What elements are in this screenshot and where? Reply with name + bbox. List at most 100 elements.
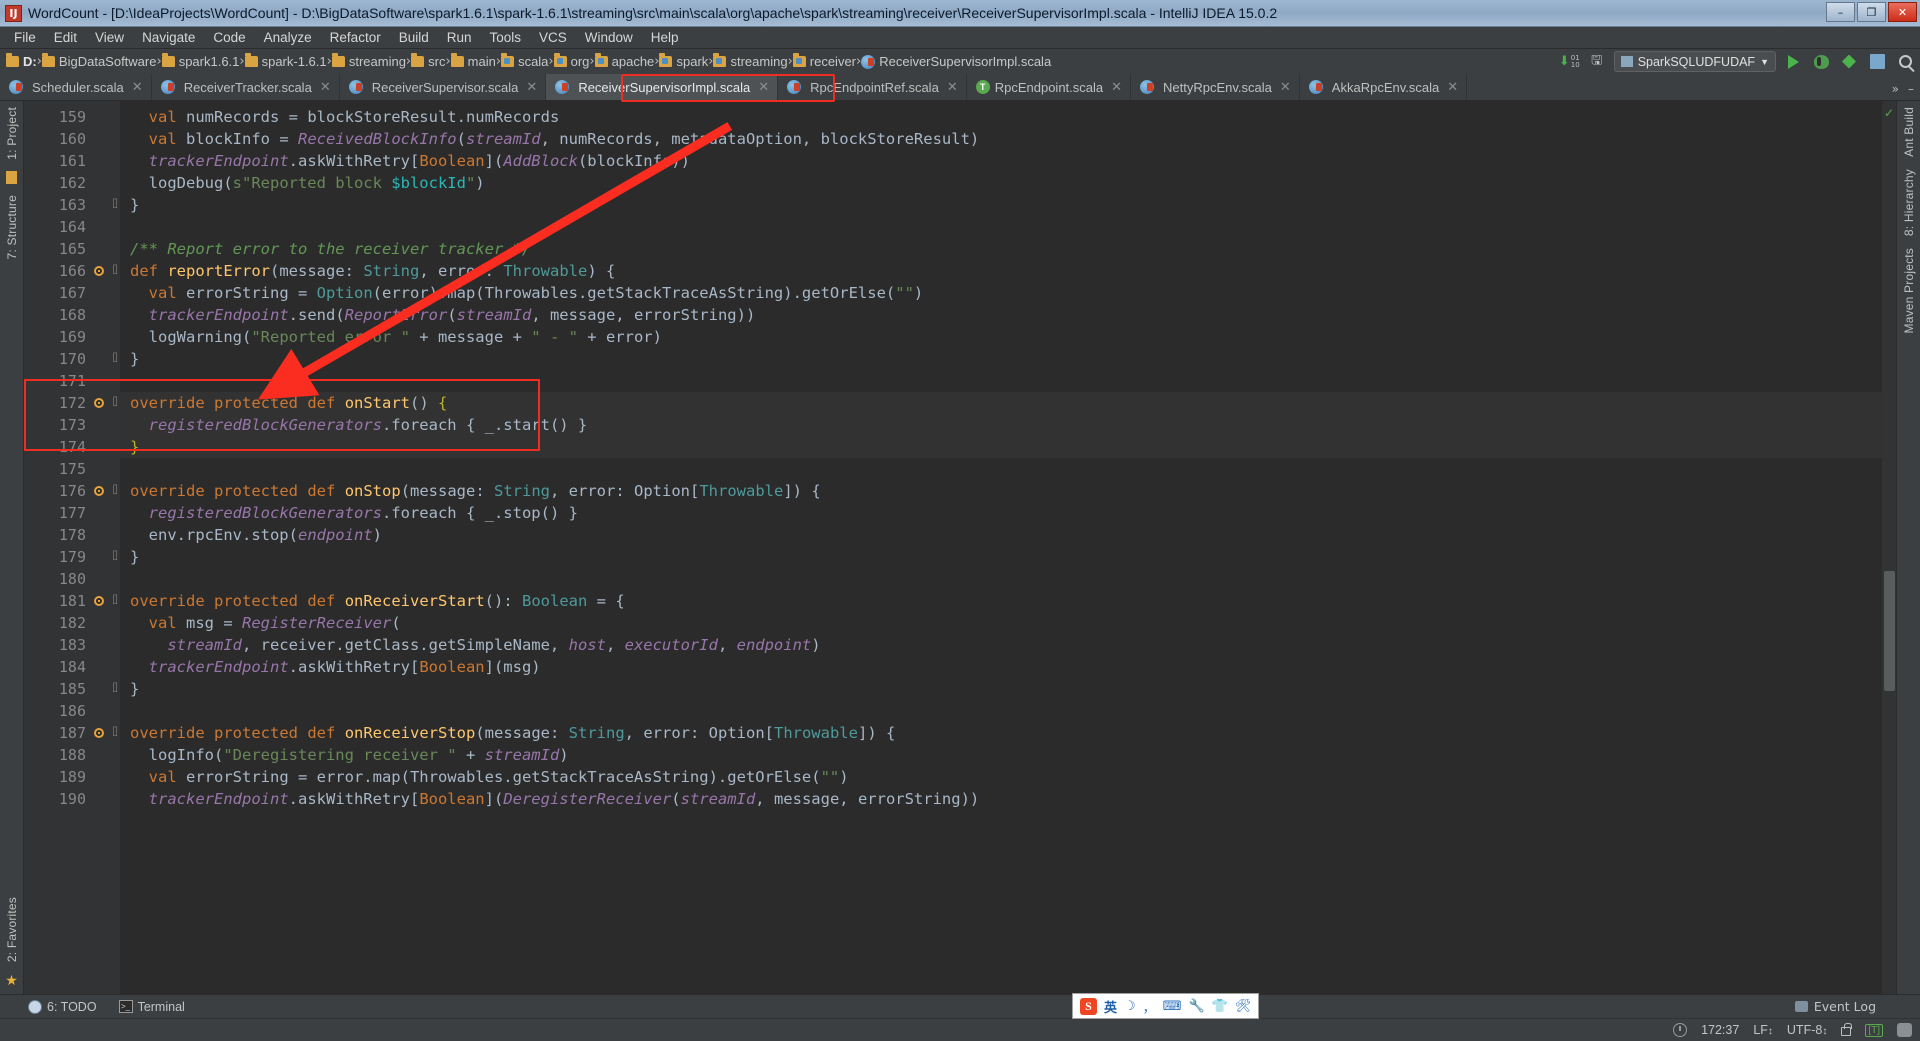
close-icon[interactable]: ✕ (1447, 79, 1458, 95)
gutter-line[interactable]: 188 (24, 744, 120, 766)
tab-minimize-icon[interactable]: – (1908, 82, 1914, 96)
gutter-line[interactable]: 159 (24, 106, 120, 128)
editor-tab-akkarpcenv-scala[interactable]: AkkaRpcEnv.scala ✕ (1300, 74, 1468, 100)
sidebar-item-structure[interactable]: 7: Structure (5, 189, 19, 265)
editor-marker-bar[interactable]: ✓ (1882, 101, 1896, 994)
gutter-line[interactable]: 176 ⌷ (24, 480, 120, 502)
breadcrumb-item-spark[interactable]: spark (659, 53, 708, 69)
menu-item-vcs[interactable]: VCS (530, 28, 576, 47)
code-line[interactable]: val blockInfo = ReceivedBlockInfo(stream… (120, 128, 1882, 150)
code-line[interactable]: registeredBlockGenerators.foreach { _.st… (120, 414, 1882, 436)
close-icon[interactable]: ✕ (1111, 79, 1122, 95)
code-line[interactable]: trackerEndpoint.askWithRetry[Boolean](Ad… (120, 150, 1882, 172)
menu-item-build[interactable]: Build (390, 28, 438, 47)
close-button[interactable]: ✕ (1888, 2, 1917, 22)
code-line[interactable] (120, 216, 1882, 238)
gutter-line[interactable]: 183 (24, 634, 120, 656)
editor-tab-nettyrpcenv-scala[interactable]: NettyRpcEnv.scala ✕ (1131, 74, 1300, 100)
close-icon[interactable]: ✕ (526, 79, 537, 95)
gutter-line[interactable]: 178 (24, 524, 120, 546)
code-line[interactable]: registeredBlockGenerators.foreach { _.st… (120, 502, 1882, 524)
code-fold-icon[interactable]: ⌷ (109, 728, 118, 738)
close-icon[interactable]: ✕ (947, 79, 958, 95)
code-line[interactable]: /** Report error to the receiver tracker… (120, 238, 1882, 260)
encoding-widget[interactable]: UTF-8↕ (1787, 1023, 1827, 1037)
code-line[interactable]: trackerEndpoint.send(ReportError(streamI… (120, 304, 1882, 326)
line-separator-widget[interactable]: LF↕ (1753, 1023, 1773, 1037)
code-line[interactable]: logWarning("Reported error " + message +… (120, 326, 1882, 348)
menu-item-tools[interactable]: Tools (481, 28, 531, 47)
run-button[interactable] (1782, 52, 1804, 72)
project-structure-button[interactable] (1866, 52, 1888, 72)
gutter-line[interactable]: 161 (24, 150, 120, 172)
code-line[interactable]: } (120, 194, 1882, 216)
menu-item-navigate[interactable]: Navigate (133, 28, 204, 47)
menu-item-analyze[interactable]: Analyze (255, 28, 321, 47)
gutter-line[interactable]: 165 (24, 238, 120, 260)
gutter-line[interactable]: 170 ⌷ (24, 348, 120, 370)
code-fold-icon[interactable]: ⌷ (109, 398, 118, 408)
code-fold-icon[interactable]: ⌷ (109, 596, 118, 606)
editor-tab-receiversupervisor-scala[interactable]: ReceiverSupervisor.scala ✕ (340, 74, 547, 100)
gutter-line[interactable]: 171 (24, 370, 120, 392)
code-line[interactable] (120, 568, 1882, 590)
code-fold-icon[interactable]: ⌷ (109, 486, 118, 496)
gutter-line[interactable]: 186 (24, 700, 120, 722)
gutter-line[interactable]: 181 ⌷ (24, 590, 120, 612)
code-fold-icon[interactable]: ⌷ (109, 200, 118, 210)
gutter-line[interactable]: 184 (24, 656, 120, 678)
menu-item-code[interactable]: Code (204, 28, 254, 47)
debug-button[interactable] (1810, 52, 1832, 72)
code-line[interactable] (120, 700, 1882, 722)
tool-window-event-log[interactable]: Event Log (1794, 999, 1876, 1014)
close-icon[interactable]: ✕ (132, 79, 143, 95)
gutter-line[interactable]: 180 (24, 568, 120, 590)
keyboard-icon[interactable]: ⌨ (1163, 999, 1182, 1014)
maximize-button[interactable]: ❐ (1857, 2, 1886, 22)
code-line[interactable]: logInfo("Deregistering receiver " + stre… (120, 744, 1882, 766)
gutter-line[interactable]: 163 ⌷ (24, 194, 120, 216)
gutter-line[interactable]: 168 (24, 304, 120, 326)
editor-gutter[interactable]: 159 160 161 162 163 ⌷ 164 165 166 ⌷ 167 168 169 170 ⌷ 1… (24, 101, 120, 994)
gutter-line[interactable]: 182 (24, 612, 120, 634)
todo-badge[interactable]: [T] (1865, 1023, 1883, 1037)
lock-icon[interactable] (1841, 1023, 1853, 1036)
ime-toolbar[interactable]: S 英 ☽ ， ⌨ 🔧 👕 🛠 (1072, 993, 1260, 1019)
code-line[interactable]: override protected def onReceiverStop(me… (120, 722, 1882, 744)
sidebar-item-maven-projects[interactable]: Maven Projects (1902, 242, 1916, 340)
code-line[interactable]: def reportError(message: String, error: … (120, 260, 1882, 282)
editor-tab-receivertracker-scala[interactable]: ReceiverTracker.scala ✕ (152, 74, 340, 100)
sidebar-item-ant-build[interactable]: Ant Build (1902, 101, 1916, 163)
breadcrumb-item-main[interactable]: main (450, 53, 496, 69)
menu-item-file[interactable]: File (5, 28, 45, 47)
gutter-line[interactable]: 185 ⌷ (24, 678, 120, 700)
comma-icon[interactable]: ， (1143, 997, 1156, 1016)
code-line[interactable]: val errorString = Option(error).map(Thro… (120, 282, 1882, 304)
gutter-line[interactable]: 190 (24, 788, 120, 810)
gutter-line[interactable]: 162 (24, 172, 120, 194)
editor-tab-rpcendpoint-scala[interactable]: T RpcEndpoint.scala ✕ (967, 74, 1132, 100)
run-coverage-button[interactable] (1838, 52, 1860, 72)
code-fold-icon[interactable]: ⌷ (109, 266, 118, 276)
override-marker-icon[interactable] (94, 266, 104, 276)
code-line[interactable]: override protected def onStart() { (120, 392, 1882, 414)
code-line[interactable] (120, 458, 1882, 480)
close-icon[interactable]: ✕ (1280, 79, 1291, 95)
code-fold-icon[interactable]: ⌷ (109, 684, 118, 694)
update-project-icon[interactable]: ⬇ 01 10 (1559, 54, 1580, 69)
code-line[interactable]: streamId, receiver.getClass.getSimpleNam… (120, 634, 1882, 656)
gutter-line[interactable]: 187 ⌷ (24, 722, 120, 744)
code-line[interactable]: } (120, 678, 1882, 700)
search-everywhere-button[interactable] (1894, 52, 1916, 72)
menu-item-help[interactable]: Help (642, 28, 688, 47)
save-all-icon[interactable]: 🖫 (1586, 52, 1608, 72)
gutter-line[interactable]: 166 ⌷ (24, 260, 120, 282)
code-line[interactable]: logDebug(s"Reported block $blockId") (120, 172, 1882, 194)
menu-item-window[interactable]: Window (576, 28, 642, 47)
breadcrumb-item-bigdatasoftware[interactable]: BigDataSoftware (41, 53, 156, 69)
override-marker-icon[interactable] (94, 486, 104, 496)
breadcrumb-item-org[interactable]: org (553, 53, 589, 69)
moon-icon[interactable]: ☽ (1124, 999, 1136, 1014)
code-line[interactable]: override protected def onReceiverStart()… (120, 590, 1882, 612)
breadcrumb-item-apache[interactable]: apache (594, 53, 654, 69)
